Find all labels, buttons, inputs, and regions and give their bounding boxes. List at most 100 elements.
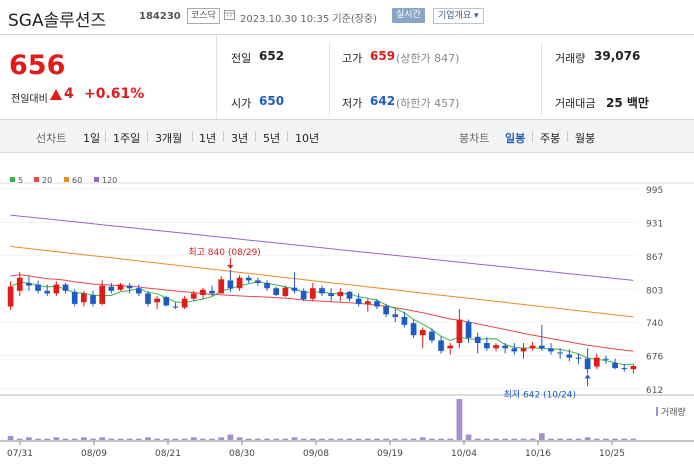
open-label: 시가 [231,97,252,110]
y-tick-label: 995 [646,186,663,196]
x-tick-label: 07/31 [7,449,33,459]
x-tick-label: 10/04 [451,449,477,459]
x-tick-label: 08/09 [81,449,107,459]
candle-body [520,348,527,352]
volume-bar [511,438,518,440]
period-3y[interactable]: 3년 [231,130,248,146]
candle-weekly[interactable]: 주봉 [540,130,560,146]
line-chart-label: 선차트 [36,132,67,145]
volume-bar [291,437,298,440]
legend-swatch-2 [64,177,69,182]
candle-body [44,290,51,294]
volume-label: 거래량 [661,406,686,418]
period-5y[interactable]: 5년 [263,130,280,146]
y-tick-label: 931 [646,219,663,229]
candle-body [383,306,389,315]
candle-body [255,280,261,283]
candle-body [429,331,435,341]
volume-bar [181,438,188,440]
stock-code: 184230 [139,11,181,22]
company-overview-dropdown[interactable]: 기업개요 ▾ [433,8,484,24]
candle-body [218,279,225,294]
candle-body [273,288,280,296]
annotation-low-arrowhead [584,374,591,379]
y-tick-label: 612 [646,386,663,396]
volume-bar [319,438,325,440]
period-1y[interactable]: 1년 [199,130,216,146]
volume-bar [612,438,618,440]
candle-body [172,306,179,308]
volume-bar [90,438,96,440]
volume-bar [474,438,481,440]
candle-body [493,345,499,349]
separator [147,131,148,142]
volume-bar [392,438,399,440]
y-tick-label: 740 [646,319,663,329]
volume-bar [401,438,408,440]
candle-body [612,362,618,369]
candle-body [364,301,371,304]
volume-bar [7,435,14,440]
candle-daily[interactable]: 일봉 [505,130,525,146]
period-1d[interactable]: 1일 [83,130,100,146]
volume-bar [603,438,609,440]
candle-body [337,291,344,297]
candle-body [438,340,444,351]
volume-bar [200,438,206,440]
candle-body [108,286,115,291]
volume-bar [529,438,536,440]
annotation-high: 최고 840 (08/29) [188,247,260,258]
current-price: 656 [9,50,66,81]
candle-body [245,277,252,281]
prev-close-label: 전일 [231,52,252,65]
candle-body [593,357,600,367]
candle-body [200,289,206,296]
candle-body [511,348,518,352]
period-10y[interactable]: 10년 [295,130,319,146]
x-tick-label: 10/25 [599,449,625,459]
candle-body [300,290,307,300]
volume-bar [429,438,435,440]
volume-bar [99,437,106,440]
volume-bar [410,438,417,440]
ma120-line [10,214,634,281]
volume-bar [172,438,179,440]
candle-body [630,366,637,370]
candle-body [355,298,362,304]
volume-bar [566,438,573,440]
volume-bar [190,437,197,440]
volume-bar [163,438,170,440]
period-1w[interactable]: 1주일 [113,130,140,146]
legend-swatch-3 [94,177,99,182]
candle-body [328,293,334,297]
realtime-button[interactable]: 실시간 [392,8,425,23]
legend-label-0: 5 [18,176,23,185]
volume-bar [53,437,60,440]
volume-bar [282,438,289,440]
high-value: 659 [370,49,396,63]
candle-body [90,295,96,304]
volume-bar [44,438,51,440]
volume-bar [310,438,316,440]
candle-body [621,368,628,370]
volume-bar [346,438,353,440]
legend-label-2: 60 [72,176,82,185]
candle-monthly[interactable]: 월봉 [575,130,595,146]
open-value: 650 [259,94,285,108]
market-badge: 코스닥 [187,8,220,24]
volume-bar [245,438,252,440]
high-label: 고가 [342,52,363,65]
period-3m[interactable]: 3개월 [155,130,182,146]
volume-bar [337,438,344,440]
candle-body [163,297,170,306]
ma60-line [10,245,634,318]
x-tick-label: 09/19 [377,449,403,459]
divider [0,34,694,35]
candle-body [145,293,151,304]
candle-body [71,291,78,304]
volume-bar [108,438,115,440]
volume-bar [154,438,160,440]
divider [541,42,542,116]
legend-label-1: 20 [42,176,52,185]
candle-body [603,358,609,360]
